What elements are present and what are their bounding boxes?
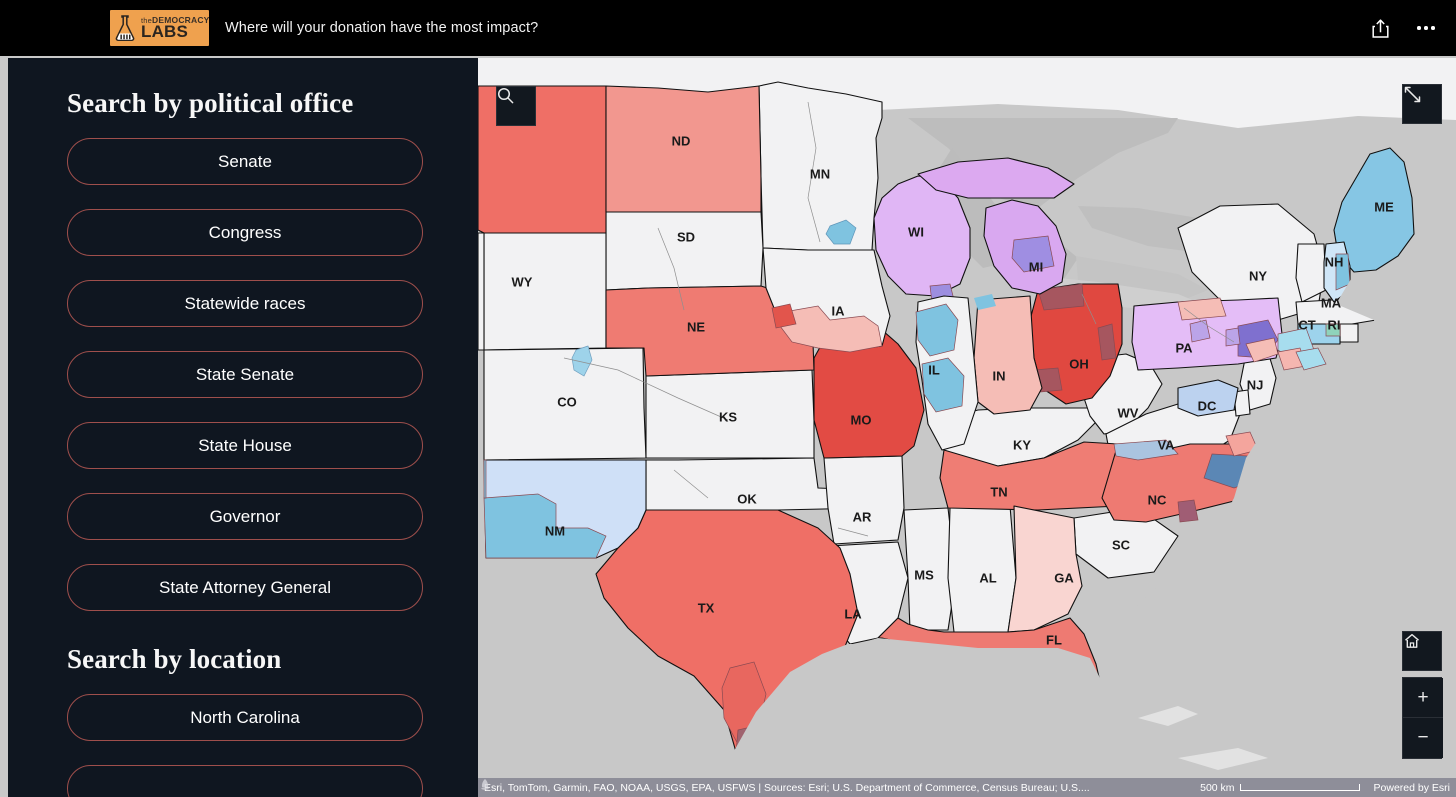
- esri-logo-icon: [481, 779, 1190, 795]
- scale-bar: [1239, 784, 1360, 791]
- logo-wordmark: theDEMOCRACY LABS: [140, 15, 209, 42]
- sidebar-item-label: State House: [198, 435, 292, 455]
- sidebar-item-label: State Attorney General: [159, 577, 331, 597]
- page-title: Where will your donation have the most i…: [225, 20, 539, 36]
- logo-labs: LABS: [141, 22, 189, 42]
- sidebar-item-label: Statewide races: [184, 293, 306, 313]
- map-zoom-controls: + −: [1402, 631, 1443, 759]
- sidebar-item-label: Senate: [218, 151, 272, 171]
- map-zoom-out-button[interactable]: −: [1403, 718, 1443, 758]
- map-zoom-group: + −: [1402, 677, 1443, 759]
- ellipsis-dots: [1417, 26, 1435, 30]
- plus-icon: +: [1417, 686, 1429, 708]
- sidebar-item-label: Congress: [208, 222, 282, 242]
- map-canvas[interactable]: .st{ stroke:#111; stroke-width:1.1; stro…: [478, 58, 1456, 797]
- sidebar-item-label: North Carolina: [190, 707, 300, 727]
- sidebar-item-governor[interactable]: Governor: [67, 493, 423, 540]
- scale-label: 500 km: [1200, 781, 1235, 794]
- sidebar-heading-office: Search by political office: [67, 88, 354, 118]
- share-icon[interactable]: [1368, 16, 1392, 40]
- sidebar-item-senate[interactable]: Senate: [67, 138, 423, 185]
- flask-icon: [110, 10, 140, 46]
- sidebar-panel: Search by political office Senate Congre…: [8, 58, 478, 797]
- map-scale: 500 km: [1200, 781, 1360, 794]
- sidebar-heading-location: Search by location: [67, 644, 282, 674]
- map-expand-button[interactable]: [1402, 84, 1442, 124]
- map-home-button[interactable]: [1402, 631, 1442, 671]
- sidebar-item-state-senate[interactable]: State Senate: [67, 351, 423, 398]
- sidebar-item-state-house[interactable]: State House: [67, 422, 423, 469]
- map-search-button[interactable]: [496, 86, 536, 126]
- sidebar-item-label: Governor: [209, 506, 281, 526]
- powered-by-esri: Powered by Esri: [1373, 781, 1450, 794]
- app-root: theDEMOCRACY LABS Where will your donati…: [0, 0, 1456, 797]
- attribution-text: Esri, TomTom, Garmin, FAO, NOAA, USGS, E…: [484, 781, 1090, 794]
- sidebar-item-state-attorney-general[interactable]: State Attorney General: [67, 564, 423, 611]
- democracy-labs-logo[interactable]: theDEMOCRACY LABS: [110, 10, 209, 46]
- map-attribution-bar: Esri, TomTom, Garmin, FAO, NOAA, USGS, E…: [478, 778, 1456, 797]
- sidebar-item-label: State Senate: [195, 364, 295, 384]
- sidebar-item-statewide-races[interactable]: Statewide races: [67, 280, 423, 327]
- map-zoom-in-button[interactable]: +: [1403, 678, 1443, 718]
- us-states-choropleth: .st{ stroke:#111; stroke-width:1.1; stro…: [478, 58, 1456, 797]
- sidebar-item-north-carolina[interactable]: North Carolina: [67, 694, 423, 741]
- ellipsis-icon[interactable]: [1414, 16, 1438, 40]
- header-actions: [1368, 0, 1438, 56]
- sidebar-item-next-location[interactable]: [67, 765, 423, 797]
- top-header: theDEMOCRACY LABS Where will your donati…: [0, 0, 1456, 56]
- minus-icon: −: [1417, 727, 1429, 748]
- sidebar-item-congress[interactable]: Congress: [67, 209, 423, 256]
